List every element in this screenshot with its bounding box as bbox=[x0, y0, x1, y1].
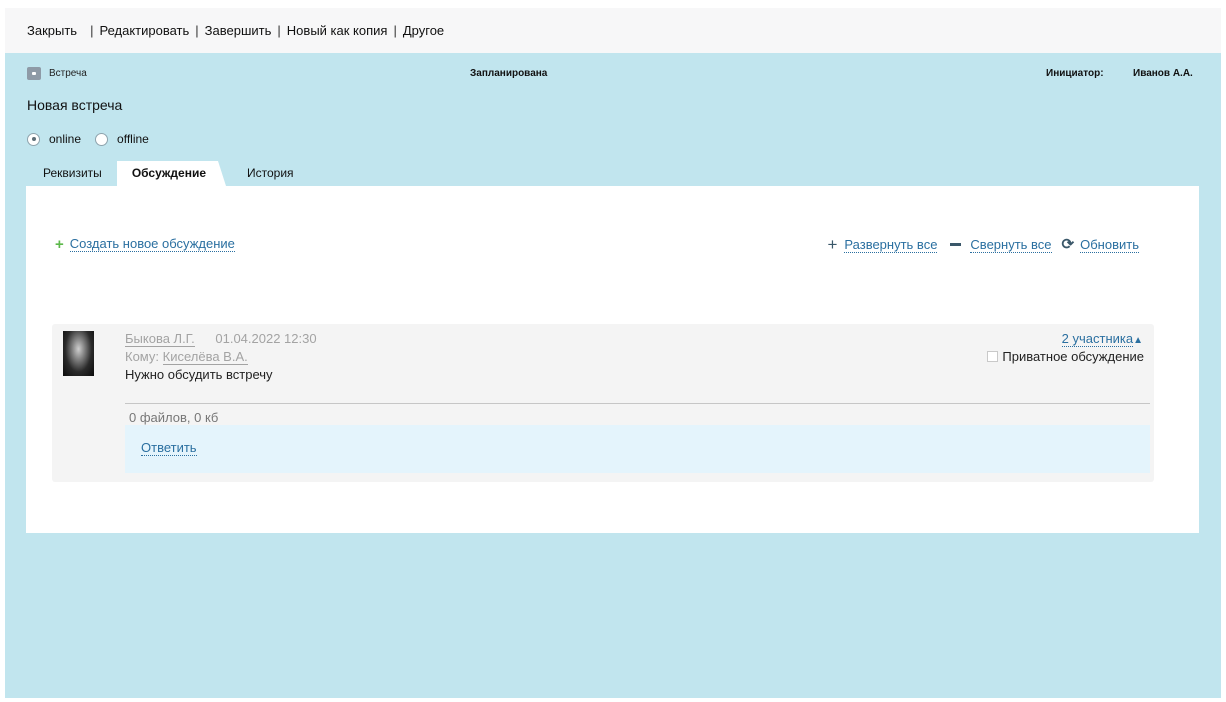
to-label: Кому: bbox=[125, 349, 159, 364]
type-label: Встреча bbox=[49, 68, 87, 79]
refresh-icon: ⟳ bbox=[1061, 236, 1075, 253]
toolbar: Закрыть | Редактировать | Завершить | Но… bbox=[5, 8, 1221, 53]
tab-bar: Реквизиты Обсуждение История bbox=[27, 161, 309, 186]
toolbar-separator: | bbox=[90, 23, 94, 38]
author-name-link[interactable]: Быкова Л.Г. bbox=[125, 331, 195, 347]
create-discussion: + Создать новое обсуждение bbox=[55, 236, 235, 252]
expand-all-link[interactable]: Развернуть все bbox=[844, 237, 938, 253]
minus-icon bbox=[950, 243, 962, 246]
files-info: 0 файлов, 0 кб bbox=[129, 410, 219, 425]
initiator-label: Инициатор: bbox=[1046, 68, 1104, 79]
author-line: Быкова Л.Г. 01.04.2022 12:30 bbox=[125, 331, 317, 347]
online-label[interactable]: online bbox=[49, 132, 81, 146]
discussion-card: Быкова Л.Г. 01.04.2022 12:30 Кому: Кисел… bbox=[52, 324, 1154, 482]
tab-history[interactable]: История bbox=[232, 161, 309, 186]
info-row: Встреча Запланирована Инициатор: Иванов … bbox=[5, 65, 1221, 81]
plus-icon: + bbox=[827, 235, 838, 254]
refresh-link[interactable]: Обновить bbox=[1080, 237, 1139, 253]
page-title: Новая встреча bbox=[27, 97, 123, 113]
discussion-actions: + Развернуть все Свернуть все ⟳ Обновить bbox=[827, 236, 1139, 253]
tab-discussion[interactable]: Обсуждение bbox=[116, 161, 227, 186]
post-date: 01.04.2022 12:30 bbox=[215, 331, 317, 346]
create-discussion-link[interactable]: Создать новое обсуждение bbox=[69, 236, 235, 252]
finish-button[interactable]: Завершить bbox=[205, 23, 272, 38]
tab-requisites[interactable]: Реквизиты bbox=[27, 161, 117, 186]
edit-button[interactable]: Редактировать bbox=[99, 23, 189, 38]
discussion-panel: + Создать новое обсуждение + Развернуть … bbox=[26, 186, 1199, 533]
other-menu-button[interactable]: Другое bbox=[403, 23, 444, 38]
divider bbox=[125, 403, 1150, 404]
offline-label[interactable]: offline bbox=[117, 132, 149, 146]
reply-link[interactable]: Ответить bbox=[141, 440, 197, 456]
mode-selector: online offline bbox=[27, 132, 163, 146]
plus-icon: + bbox=[55, 235, 64, 253]
initiator-value: Иванов А.А. bbox=[1133, 68, 1193, 79]
private-label: Приватное обсуждение bbox=[1002, 349, 1144, 364]
participants-link[interactable]: 2 участника bbox=[1061, 331, 1134, 347]
message-text: Нужно обсудить встречу bbox=[125, 367, 273, 382]
offline-radio[interactable] bbox=[95, 132, 109, 146]
online-radio[interactable] bbox=[27, 132, 40, 146]
recipient-name-link[interactable]: Киселёва В.А. bbox=[162, 349, 248, 365]
meeting-icon bbox=[27, 67, 41, 80]
reply-area: Ответить bbox=[125, 425, 1150, 473]
private-checkbox[interactable] bbox=[987, 351, 999, 362]
status-label: Запланирована bbox=[470, 68, 548, 79]
recipient-line: Кому: Киселёва В.А. bbox=[125, 349, 248, 365]
close-button[interactable]: Закрыть bbox=[27, 23, 77, 38]
participants-toggle[interactable]: 2 участника▲ bbox=[1061, 331, 1143, 347]
private-discussion: Приватное обсуждение bbox=[987, 349, 1144, 364]
avatar bbox=[63, 331, 94, 376]
toolbar-separator: | bbox=[393, 23, 397, 38]
collapse-all-link[interactable]: Свернуть все bbox=[970, 237, 1052, 253]
triangle-up-icon: ▲ bbox=[1133, 335, 1143, 346]
toolbar-separator: | bbox=[277, 23, 281, 38]
toolbar-separator: | bbox=[195, 23, 199, 38]
main-area: Встреча Запланирована Инициатор: Иванов … bbox=[5, 53, 1221, 698]
new-copy-button[interactable]: Новый как копия bbox=[287, 23, 388, 38]
